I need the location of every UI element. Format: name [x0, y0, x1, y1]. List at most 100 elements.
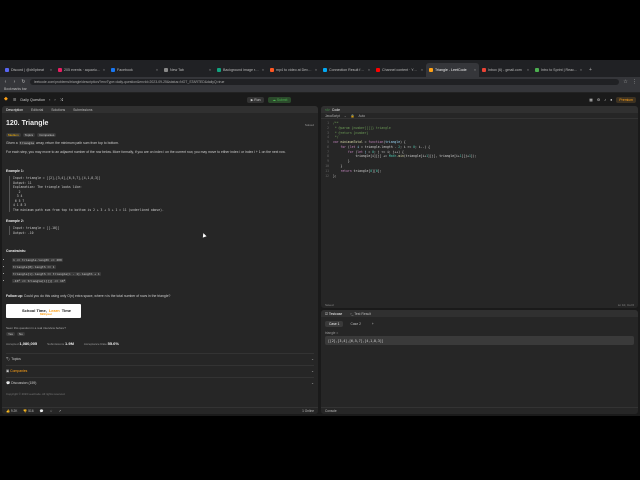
url-input[interactable]: leetcode.com/problems/triangle/descripti… [30, 78, 619, 85]
shuffle-icon[interactable]: ⤨ [60, 98, 63, 102]
console-button[interactable]: Console [325, 409, 337, 413]
menu-icon[interactable]: ⋮ [632, 79, 637, 85]
star-icon[interactable]: ☆ [50, 409, 53, 413]
chevron-down-icon: ⌄ [343, 113, 347, 118]
like-button[interactable]: 👍 9.2K [6, 409, 17, 413]
constraint-item: triangle[0].length == 1 [12, 264, 314, 270]
comment-icon[interactable]: 💬 [40, 409, 44, 413]
discussion-section[interactable]: 💬 Discussion (159) ⌄ [6, 377, 314, 386]
accepted-value: 1,080,005 [19, 341, 38, 347]
interview-question: Seen this question in a real interview b… [6, 325, 66, 330]
banner-text-b: Time [61, 307, 71, 313]
premium-button[interactable]: Premium [616, 96, 636, 103]
testcase-tab-label: Testcase [328, 311, 343, 316]
constraint-item: triangle[i].length == triangle[i - 1].le… [12, 271, 314, 277]
browser-tab[interactable]: Inbox (6) - gmail.com × [479, 63, 532, 77]
settings-icon[interactable]: ⚙ [597, 97, 600, 102]
accepted-label: Accepted [6, 342, 19, 347]
code-editor[interactable]: 1/** 2 * @param {number[][]} triangle 3 … [321, 119, 638, 180]
add-case-icon[interactable]: + [368, 321, 378, 327]
browser-tab[interactable]: New Tab × [161, 63, 214, 77]
submit-button[interactable]: ☁ Submit [268, 96, 292, 103]
yes-button[interactable]: Yes [6, 332, 15, 337]
tab-label: Discord | @dr0pbeat [11, 68, 44, 72]
code-status-bar: Saved Ln 10, Col 6 [321, 302, 638, 308]
tab-label: mp4 to video at DevSkills5 [276, 68, 313, 72]
tab-solutions[interactable]: Solutions [51, 108, 65, 112]
favicon-icon [164, 68, 168, 72]
follow-up: Follow up: Could you do this using only … [6, 294, 314, 299]
close-icon[interactable]: × [262, 68, 264, 72]
tab-testcase[interactable]: ☑ Testcase [325, 312, 342, 316]
companies-label: ▣ Companies [6, 369, 28, 374]
language-select[interactable]: JavaScript [325, 114, 340, 118]
topics-section[interactable]: 🏷 Topics ⌄ [6, 353, 314, 362]
difficulty-badge: Medium [6, 133, 21, 138]
tab-submissions[interactable]: Submissions [73, 108, 92, 112]
browser-tab[interactable]: mp4 to video at DevSkills5× [267, 63, 320, 77]
topics-label: 🏷 Topics [6, 357, 21, 362]
new-tab-icon[interactable]: + [585, 63, 596, 77]
layout-icon[interactable]: ▦ [589, 97, 593, 102]
daily-question-link[interactable]: Daily Question [20, 98, 45, 102]
code-panel: </> Code JavaScript ⌄ 🔒 Auto 1/** 2 * @p… [321, 106, 638, 308]
prev-icon[interactable]: ‹ [49, 98, 50, 102]
reload-icon[interactable]: ↻ [21, 79, 26, 85]
tab-label: Connection Result for #Wi... [329, 68, 366, 72]
leetcode-logo-icon[interactable]: ◆ [4, 97, 9, 102]
submit-label: Submit [276, 97, 288, 102]
triangle-input[interactable]: [[2],[3,4],[6,5,7],[4,1,8,3]] [325, 336, 634, 345]
close-icon[interactable]: × [368, 68, 370, 72]
close-icon[interactable]: × [50, 68, 52, 72]
case-1-tab[interactable]: Case 1 [325, 321, 344, 327]
close-icon[interactable]: × [474, 68, 476, 72]
problem-list-icon[interactable]: ☰ [13, 97, 16, 102]
code-tab-label[interactable]: Code [332, 108, 340, 112]
close-icon[interactable]: × [209, 68, 211, 72]
tab-label: Intro to Sprint | ReactJobs [541, 68, 578, 72]
star-icon[interactable]: ☆ [623, 79, 628, 85]
badge-row: Medium Topics Companies [6, 133, 314, 138]
bookmark-item[interactable]: Bookmarks bar [4, 87, 27, 91]
browser-tab[interactable]: Triangle - LeetCode × [426, 63, 479, 77]
dislike-button[interactable]: 👎 516 [23, 409, 33, 413]
back-icon[interactable]: ‹ [3, 79, 8, 85]
tab-test-result[interactable]: ›_ Test Result [350, 312, 371, 316]
browser-tab[interactable]: Discord | @dr0pbeat × [2, 63, 55, 77]
constraint-code: triangle[0].length == 1 [12, 264, 56, 269]
run-button[interactable]: ▶ Run [246, 96, 265, 103]
topics-badge[interactable]: Topics [22, 133, 36, 138]
companies-badge[interactable]: Companies [37, 133, 57, 138]
browser-tab[interactable]: Intro to Sprint | ReactJobs× [532, 63, 585, 77]
constraint-code: -10⁴ <= triangle[i][j] <= 10⁴ [12, 278, 67, 283]
constraint-code: triangle[i].length == triangle[i - 1].le… [12, 271, 101, 276]
tab-description[interactable]: Description [6, 108, 23, 112]
chevron-down-icon: ⌄ [311, 369, 314, 374]
avatar[interactable]: ● [610, 98, 612, 102]
close-icon[interactable]: × [103, 68, 105, 72]
companies-section[interactable]: ▣ Companies ⌄ [6, 365, 314, 374]
testcase-tabbar: ☑ Testcase ›_ Test Result [321, 310, 638, 317]
online-count: 1 Online [302, 409, 314, 413]
no-button[interactable]: No [16, 332, 25, 337]
browser-tab[interactable]: Connection Result for #Wi...× [320, 63, 373, 77]
tab-label: Background image request [223, 68, 260, 72]
tab-editorial[interactable]: Editorial [31, 108, 43, 112]
browser-tab[interactable]: Channel content · YouTube× [373, 63, 426, 77]
share-icon[interactable]: ↗ [58, 409, 61, 413]
close-icon[interactable]: × [527, 68, 529, 72]
browser-tab[interactable]: 205 events · aquarius | Fr...× [55, 63, 108, 77]
close-icon[interactable]: × [421, 68, 423, 72]
close-icon[interactable]: × [156, 68, 158, 72]
bell-icon[interactable]: ♪ [604, 98, 606, 102]
next-icon[interactable]: › [54, 98, 55, 102]
browser-tab[interactable]: Background image request× [214, 63, 267, 77]
promo-banner[interactable]: School Time, Learn Time $99/year [6, 303, 81, 318]
forward-icon[interactable]: › [12, 79, 17, 85]
close-icon[interactable]: × [315, 68, 317, 72]
close-icon[interactable]: × [580, 68, 582, 72]
browser-tabbar: Discord | @dr0pbeat × 205 events · aquariu… [0, 60, 640, 77]
case-2-tab[interactable]: Case 2 [346, 321, 364, 327]
example-1-block: Input: triangle = [[2],[3,4],[6,5,7],[4,… [9, 176, 314, 213]
browser-tab[interactable]: Facebook × [108, 63, 161, 77]
